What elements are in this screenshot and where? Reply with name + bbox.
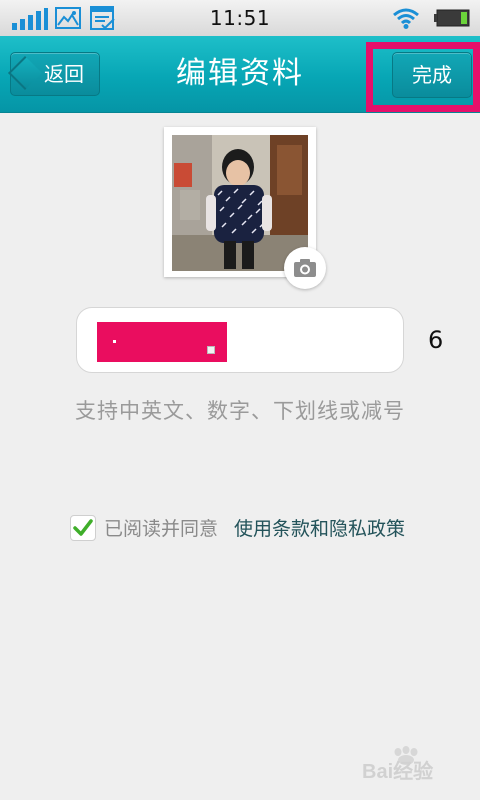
back-button-label: 返回 — [44, 62, 84, 86]
back-button[interactable]: 返回 — [8, 52, 100, 96]
status-bar: 11:51 — [0, 0, 480, 37]
nickname-char-count: 6 — [428, 326, 444, 354]
nickname-input[interactable] — [76, 307, 404, 373]
baidu-paw-icon: Bai经验 — [362, 746, 433, 783]
change-avatar-button[interactable] — [284, 247, 326, 289]
redaction-mark — [207, 346, 215, 354]
nickname-hint: 支持中英文、数字、下划线或减号 — [75, 399, 405, 423]
redaction-dot — [113, 340, 116, 343]
back-arrow-icon — [8, 56, 42, 90]
watermark-text: Bai经验 — [362, 759, 433, 783]
nickname-redaction — [97, 322, 227, 362]
terms-link[interactable]: 使用条款和隐私政策 — [234, 515, 405, 543]
camera-icon — [294, 259, 316, 277]
agree-checkbox[interactable] — [70, 515, 96, 541]
wifi-icon — [393, 8, 419, 29]
checkmark-icon — [73, 519, 93, 536]
page-title: 编辑资料 — [176, 56, 304, 91]
agree-label: 已阅读并同意 — [104, 518, 219, 540]
battery-icon — [434, 9, 470, 27]
done-button[interactable]: 完成 — [392, 52, 472, 98]
baidu-watermark: Bai经验 — [362, 744, 474, 784]
